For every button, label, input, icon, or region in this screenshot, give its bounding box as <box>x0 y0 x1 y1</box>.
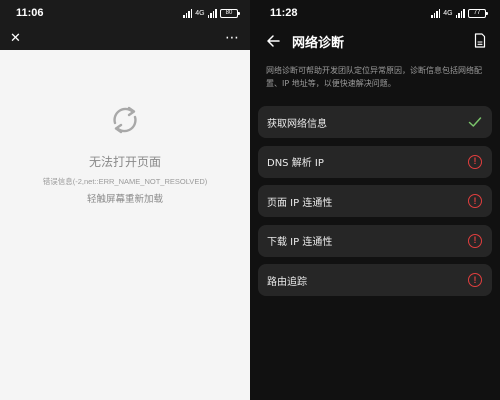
signal-icon <box>182 8 193 18</box>
document-icon[interactable] <box>474 33 486 48</box>
diagnostic-item-label: 路由追踪 <box>267 276 307 288</box>
reload-icon <box>113 106 137 134</box>
error-icon: ! <box>468 154 482 169</box>
signal-icon <box>207 8 217 18</box>
battery-icon: 80 <box>220 8 240 18</box>
page-title: 网络诊断 <box>292 35 345 51</box>
diagnostic-item-network-info[interactable]: 获取网络信息 <box>258 106 492 138</box>
error-icon: ! <box>468 233 482 248</box>
more-icon[interactable]: ⋯ <box>225 31 240 45</box>
error-code: 错误信息(-2,net::ERR_NAME_NOT_RESOLVED) <box>42 177 208 186</box>
back-arrow-icon[interactable] <box>266 34 280 48</box>
status-bar: 11:28 4G 77 <box>250 0 500 26</box>
status-icons: 4G 77 <box>430 8 488 18</box>
error-title: 无法打开页面 <box>88 155 161 169</box>
diagnostic-item-download-ip[interactable]: 下载 IP 连通性 ! <box>258 224 492 257</box>
reload-hint: 轻触屏幕重新加载 <box>86 194 163 205</box>
diagnostic-item-traceroute[interactable]: 路由追踪 ! <box>258 264 492 296</box>
description: 网络诊断可帮助开发团队定位异常原因，诊断信息包括网络配置、IP 地址等，以便快速… <box>266 66 482 88</box>
network-type: 4G <box>195 9 205 17</box>
status-time: 11:28 <box>270 7 298 19</box>
signal-icon <box>430 8 441 18</box>
error-icon: ! <box>468 194 482 208</box>
left-screen: 11:06 4G 80 ✕ ⋯ 无法打开页面 错误信息(-2,net::ERR_… <box>0 0 250 400</box>
diagnostic-item-label: DNS 解析 IP <box>267 158 324 169</box>
error-page[interactable]: 无法打开页面 错误信息(-2,net::ERR_NAME_NOT_RESOLVE… <box>0 50 250 400</box>
diagnostic-item-label: 页面 IP 连通性 <box>267 197 333 209</box>
diagnostic-item-label: 获取网络信息 <box>267 118 327 130</box>
diagnostic-item-label: 下载 IP 连通性 <box>267 237 333 248</box>
app-bar: ✕ ⋯ <box>0 26 250 50</box>
network-type: 4G <box>443 9 453 17</box>
error-icon: ! <box>468 273 482 287</box>
status-icons: 4G 80 <box>182 8 240 18</box>
status-time: 11:06 <box>16 7 44 19</box>
diagnostic-item-page-ip[interactable]: 页面 IP 连通性 ! <box>258 185 492 217</box>
signal-icon <box>455 8 465 18</box>
diagnostic-item-dns[interactable]: DNS 解析 IP ! <box>258 145 492 178</box>
status-bar: 11:06 4G 80 <box>0 0 250 26</box>
right-screen: 11:28 4G 77 网络诊断 网络诊断可帮助开发团队定位异常原因，诊断信息包… <box>250 0 500 400</box>
close-icon[interactable]: ✕ <box>10 32 21 45</box>
battery-level: 77 <box>473 10 481 16</box>
checkmark-icon <box>468 117 482 127</box>
diagnostic-list: 获取网络信息 DNS 解析 IP ! 页面 IP 连通性 ! 下载 IP 连通性… <box>258 106 492 304</box>
top-bar: 网络诊断 <box>250 26 500 56</box>
battery-icon: 77 <box>468 8 488 18</box>
battery-level: 80 <box>225 10 233 16</box>
